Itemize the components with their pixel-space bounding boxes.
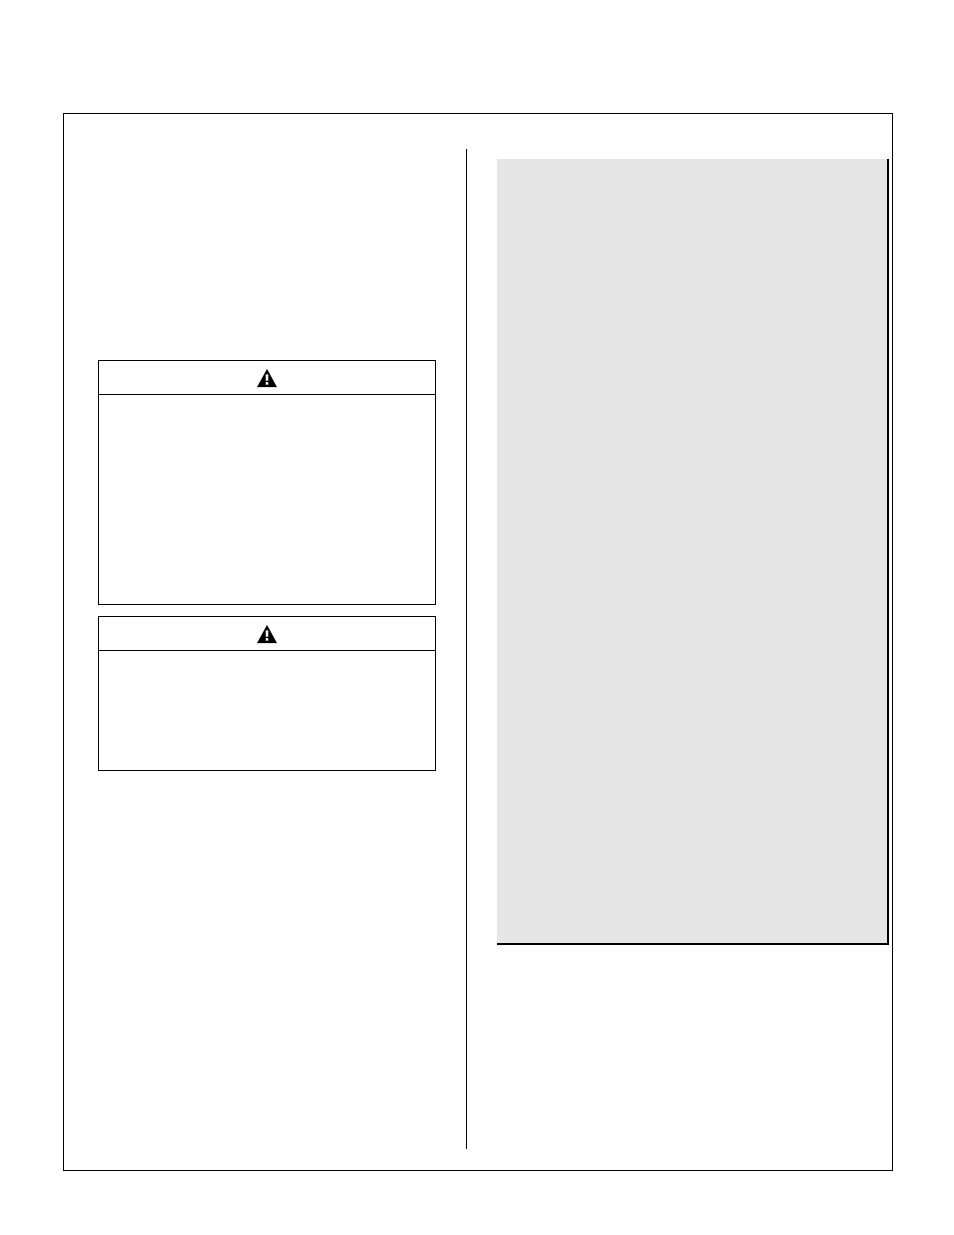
warning-box-1 xyxy=(98,360,436,605)
warning-header-2 xyxy=(99,617,435,651)
column-divider xyxy=(466,149,467,1149)
warning-header-1 xyxy=(99,361,435,395)
alert-triangle-icon xyxy=(256,624,278,644)
shaded-sidebar-box xyxy=(497,159,889,945)
alert-triangle-icon xyxy=(256,368,278,388)
document-page xyxy=(63,113,893,1171)
warning-box-2 xyxy=(98,616,436,771)
